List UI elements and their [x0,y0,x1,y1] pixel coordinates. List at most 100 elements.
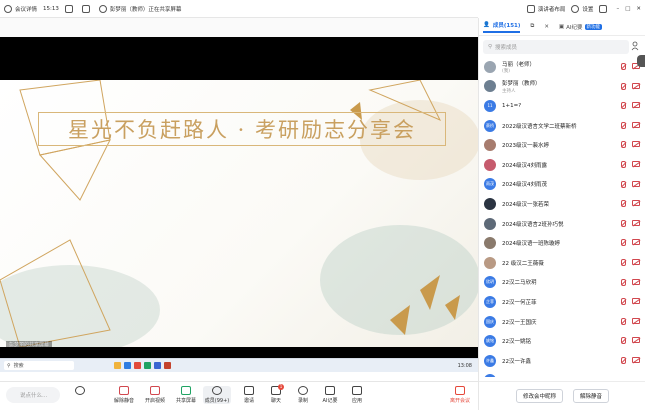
settings-label: 设置 [582,7,594,13]
member-name: 22汉一姚铭 [502,339,531,346]
add-user-icon[interactable] [631,41,641,51]
tab-members[interactable]: 👤 成员(151) [483,21,521,33]
unmute-button[interactable]: 解除静音 [110,386,138,404]
member-list: 马丽（老师） (我) 彭梦丽（教师） 主持人 11 1+1=? 蔡桥 2022级汉语言文学二班… [479,57,645,377]
member-row[interactable]: 芷菲 22汉一何芷菲 [479,292,645,312]
start-video-button[interactable]: 开启视频 [141,386,169,404]
avatar [484,80,496,93]
layout-icon [526,5,535,13]
camera-off-icon [632,141,640,148]
close-button[interactable]: ✕ [636,6,641,12]
emoji-button[interactable] [66,386,94,397]
settings-button[interactable]: 设置 [571,5,593,13]
unmute-self-button[interactable]: 解除静音 [573,389,610,403]
member-row[interactable]: 国庆 22汉一王国庆 [479,312,645,332]
member-name: 2024级汉语言2班孙巧悦 [502,221,564,228]
member-name: 1+1=? [502,102,522,109]
member-row[interactable]: 22 级汉二王薇薇 [479,253,645,273]
camera-off-icon [632,278,640,285]
member-row[interactable]: 欣玥 22汉二马欣玥 [479,273,645,293]
avatar [484,237,496,250]
leave-meeting-button[interactable]: 离开会议 [446,386,474,404]
camera-off-icon [632,239,640,246]
member-row[interactable]: 马丽（老师） (我) [479,57,645,77]
member-name: 2024级汉语一班陈璇婷 [502,241,560,248]
taskbar-search-label: 搜索 [13,363,24,369]
record-button[interactable]: 录制 [289,386,317,404]
avatar: 雨茂 [484,178,496,191]
record-icon [298,386,308,395]
layout-button[interactable]: 演讲者布局 [526,5,566,13]
chat-button[interactable]: 1 聊天 [262,384,290,404]
share-screen-button[interactable]: 共享屏幕 [172,386,200,404]
member-name: 马丽（老师） [502,61,536,68]
leave-label: 离开会议 [449,398,470,404]
say-something-input[interactable]: 说点什么... [6,387,60,403]
ai-minutes-icon [325,386,335,395]
member-row[interactable]: 2024级汉语言2班孙巧悦 [479,214,645,234]
say-placeholder: 说点什么... [20,393,48,399]
member-role: 主持人 [502,88,516,94]
member-name: 22汉一郝弘12022247081 [502,376,570,377]
avatar [484,158,496,171]
app-window: 会议详情 15:13 彭梦丽（教师）正在共享屏幕 演讲者布局 设置 – □ ✕ [0,0,645,410]
search-icon: ⚲ [7,362,11,369]
mic-muted-icon [621,82,626,90]
member-row[interactable]: 11 1+1=? [479,96,645,116]
members-button[interactable]: 成员(99+) [203,386,231,404]
mic-muted-icon [621,317,626,325]
member-row[interactable]: 彭梦丽（教师） 主持人 [479,77,645,97]
member-row[interactable]: 姚铭 22汉一姚铭 [479,331,645,351]
top-bar: 会议详情 15:13 彭梦丽（教师）正在共享屏幕 [0,0,478,18]
presenter-icon [98,4,107,13]
member-row[interactable]: 蔡桥 2022级汉语言文学二班蔡新桥 [479,116,645,136]
member-row[interactable]: 2024级汉4刘雨露 [479,155,645,175]
camera-off-icon [632,121,640,128]
member-row[interactable]: 2024级汉语一班陈璇婷 [479,233,645,253]
layout-label: 演讲者布局 [537,7,566,13]
collapse-panel-handle[interactable] [637,55,645,67]
member-row[interactable]: 2024级汉一张若荣 [479,194,645,214]
share-tag: 彭梦丽的共享屏幕 [6,341,53,348]
member-name: 2023级汉一裴水婷 [502,143,549,150]
members-panel: 👤 成员(151) ⧉ ✕ ▣ AI纪要 新功能 ⚲ 搜索成员 马丽（老师） (我… [478,18,645,410]
member-row[interactable]: 许鑫 22汉一许鑫 [479,351,645,371]
search-icon: ⚲ [488,44,493,50]
camera-off-icon [632,82,640,89]
meeting-info-button[interactable]: 会议详情 [4,4,37,13]
apps-button[interactable]: 应用 [343,386,371,404]
leave-icon [455,386,465,395]
pin-button[interactable] [599,5,610,13]
panel-tabs: 👤 成员(151) ⧉ ✕ ▣ AI纪要 新功能 [479,18,645,36]
ai-minutes-button[interactable]: AI记要 [316,386,344,404]
camera-off-icon [632,219,640,226]
rename-button[interactable]: 修改会中昵称 [515,389,563,403]
member-row[interactable]: 郝弘 22汉一郝弘12022247081 [479,371,645,377]
member-row[interactable]: 雨茂 2024级汉4刘雨茂 [479,175,645,195]
taskbar-time: 13:08 [457,362,472,369]
member-search-input[interactable]: ⚲ 搜索成员 [483,40,629,54]
member-row[interactable]: 2023级汉一裴水婷 [479,135,645,155]
member-name: 22汉一何芷菲 [502,299,537,306]
share-screen-label: 共享屏幕 [175,398,196,404]
letterbox-top [0,37,478,80]
folder-icon [114,362,121,369]
members-icon [212,386,222,395]
mic-muted-icon [621,337,626,345]
letterbox-bottom [0,347,478,358]
share-icon-button[interactable] [64,4,76,13]
close-panel-button[interactable]: ✕ [544,24,549,30]
minimize-button[interactable]: – [616,6,619,12]
meeting-toolbar: 说点什么... 解除静音 开启视频 共享屏幕 成员(99+) 邀请 1 聊天 录… [0,381,478,410]
member-name: 22汉二马欣玥 [502,280,537,287]
chat-icon: 1 [271,384,284,395]
slide-title: 星光不负赶路人 · 考研励志分享会 [67,118,417,142]
mic-muted-icon [621,141,626,149]
avatar: 欣玥 [484,276,496,289]
popout-button[interactable]: ⧉ [530,23,534,30]
signal-icon [81,4,93,13]
avatar [484,256,496,269]
tab-ai-minutes[interactable]: ▣ AI纪要 新功能 [559,23,603,31]
maximize-button[interactable]: □ [625,6,630,12]
invite-button[interactable]: 邀请 [235,386,263,404]
